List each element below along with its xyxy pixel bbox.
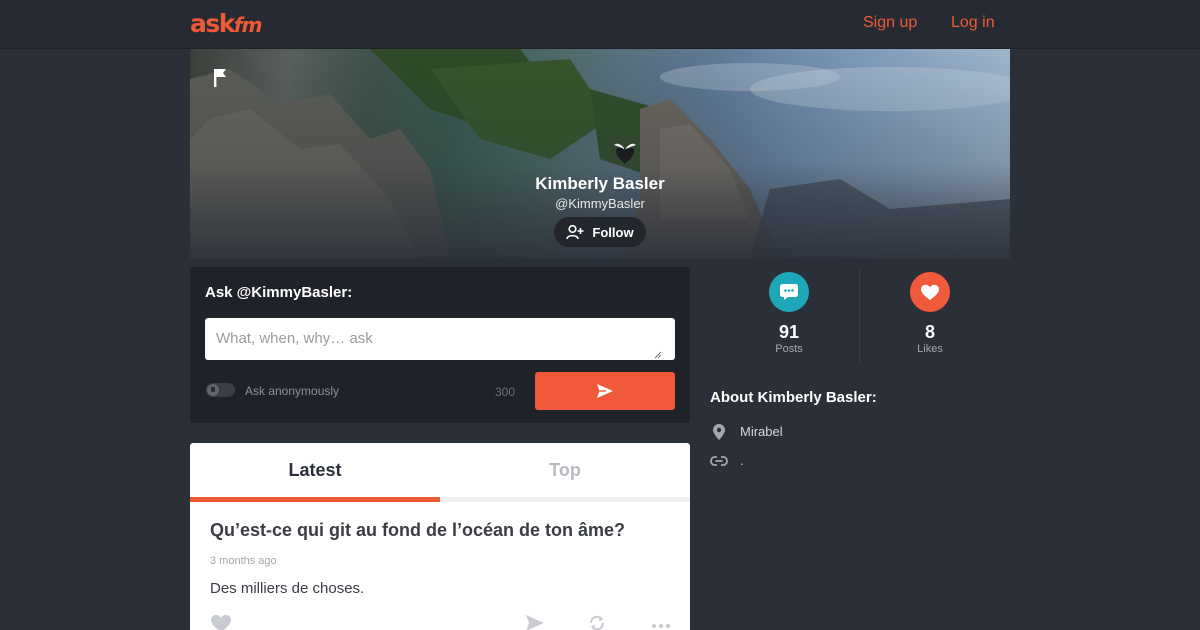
profile-handle: @KimmyBasler: [555, 196, 645, 211]
askfm-logo[interactable]: askfm: [190, 9, 263, 39]
ask-label: Ask @KimmyBasler:: [205, 284, 353, 301]
login-link[interactable]: Log in: [951, 14, 995, 32]
ask-question-panel: Ask @KimmyBasler: Ask anonymously 300: [190, 267, 690, 423]
tab-top[interactable]: Top: [440, 443, 690, 497]
lock-icon: [207, 384, 219, 396]
about-location: Mirabel: [710, 423, 783, 441]
likes-stat[interactable]: 8 Likes: [860, 272, 1000, 356]
follow-label: Follow: [592, 224, 634, 240]
link-icon: [710, 452, 728, 470]
question-input[interactable]: [205, 318, 675, 360]
signup-link[interactable]: Sign up: [863, 14, 917, 32]
post-timestamp[interactable]: 3 months ago: [210, 555, 277, 568]
profile-cover: Kimberly Basler @KimmyBasler Follow: [190, 49, 1010, 259]
posts-label: Posts: [775, 343, 803, 355]
profile-name: Kimberly Basler: [535, 174, 665, 193]
posts-stat[interactable]: 91 Posts: [719, 272, 859, 356]
share-icon[interactable]: [524, 613, 546, 630]
link-text[interactable]: .: [740, 453, 744, 469]
char-counter: 300: [495, 385, 516, 399]
post-question[interactable]: Qu’est-ce qui git au fond de l’océan de …: [210, 519, 670, 541]
posts-count: 91: [778, 322, 800, 342]
more-options-icon[interactable]: [651, 613, 671, 630]
add-user-icon: [566, 224, 584, 240]
post-answer: Des milliers de choses.: [210, 580, 365, 597]
anonymous-toggle[interactable]: [206, 383, 235, 397]
reshare-icon[interactable]: [587, 613, 607, 630]
like-heart-icon[interactable]: [210, 613, 232, 630]
likes-icon: [910, 272, 950, 312]
logo-suffix: fm: [233, 13, 263, 37]
logo-main: ask: [190, 9, 235, 38]
send-icon: [597, 384, 613, 398]
avatar[interactable]: [610, 137, 640, 165]
follow-button[interactable]: Follow: [554, 217, 646, 247]
tab-latest[interactable]: Latest: [190, 443, 440, 497]
report-flag-icon[interactable]: [212, 67, 230, 89]
answers-feed: Latest Top Qu’est-ce qui git au fond de …: [190, 443, 690, 630]
location-text: Mirabel: [740, 424, 783, 439]
top-navbar: askfm Sign up Log in: [0, 0, 1200, 49]
about-title: About Kimberly Basler:: [710, 389, 877, 406]
send-question-button[interactable]: [535, 372, 675, 410]
resize-grip-icon[interactable]: [654, 351, 662, 359]
likes-count: 8: [924, 322, 935, 342]
about-link: .: [710, 452, 744, 470]
location-pin-icon: [710, 423, 728, 441]
likes-label: Likes: [917, 343, 943, 355]
anonymous-label: Ask anonymously: [245, 384, 340, 398]
posts-icon: [769, 272, 809, 312]
tab-active-indicator: [190, 497, 440, 502]
